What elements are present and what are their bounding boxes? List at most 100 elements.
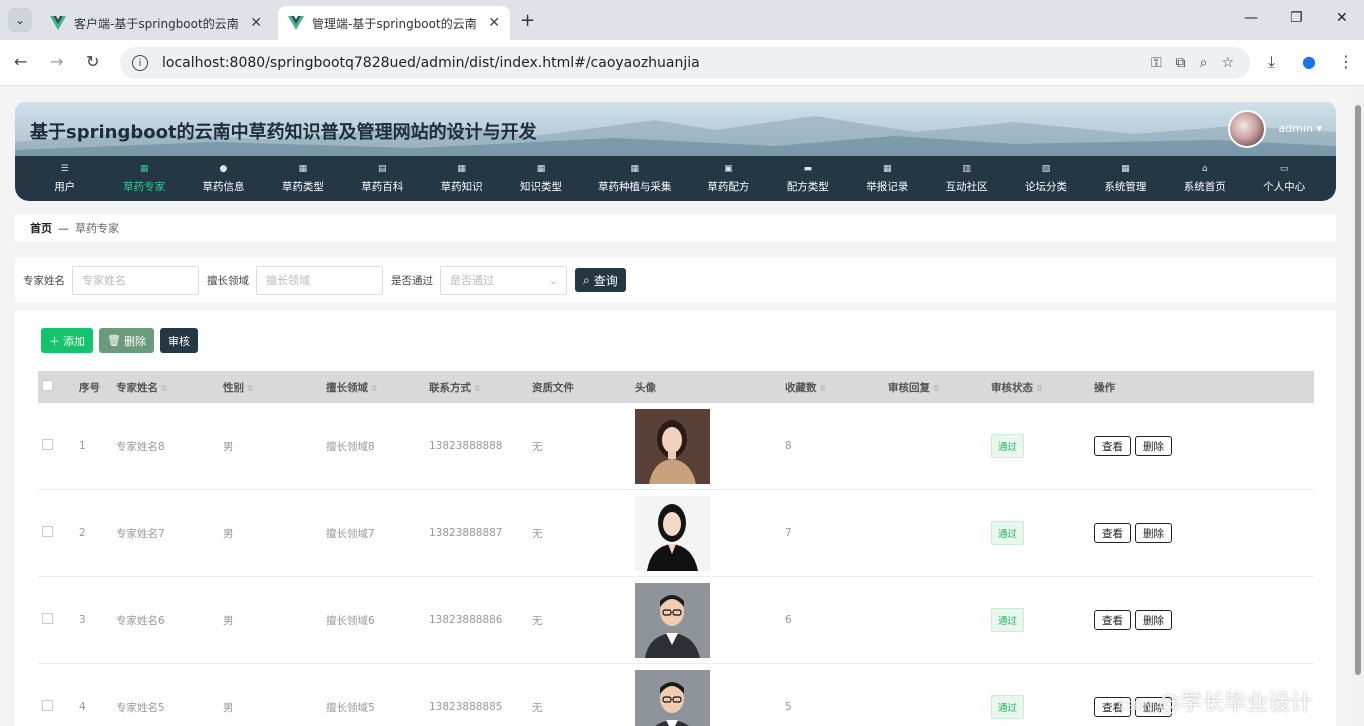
- cell-index: 1: [79, 440, 86, 452]
- menu-item-label: 举报记录: [866, 181, 909, 193]
- key-icon[interactable]: ⚿: [1151, 55, 1162, 71]
- delete-button[interactable]: 🗑 删除: [99, 328, 154, 353]
- site-title: 基于springboot的云南中草药知识普及管理网站的设计与开发: [30, 122, 537, 143]
- cell-phone: 13823888885: [429, 701, 503, 713]
- menu-item-2[interactable]: ● 草药信息: [184, 156, 263, 201]
- cell-gender: 男: [223, 701, 234, 714]
- info-icon[interactable]: i: [132, 55, 148, 71]
- view-button[interactable]: 查看: [1094, 523, 1131, 543]
- menu-item-5[interactable]: ▦ 草药知识: [422, 156, 501, 201]
- query-button[interactable]: ⌕ 查询: [575, 268, 626, 292]
- audit-button[interactable]: 审核: [159, 328, 198, 353]
- menu-item-9[interactable]: ▬ 配方类型: [768, 156, 847, 201]
- translate-icon[interactable]: ⧉: [1176, 55, 1186, 71]
- cell-name: 专家姓名5: [116, 701, 165, 714]
- restore-icon[interactable]: ❐: [1290, 10, 1303, 26]
- url-text: localhost:8080/springbootq7828ued/admin/…: [162, 55, 700, 71]
- user-icon: ●: [219, 164, 228, 174]
- col-status[interactable]: 审核状态 ⇅: [991, 380, 1094, 395]
- menu-item-0[interactable]: ☰ 用户: [25, 156, 104, 201]
- pass-select[interactable]: 是否通过 ⌄: [440, 265, 567, 295]
- menu-item-8[interactable]: ▣ 草药配方: [689, 156, 768, 201]
- cell-fav: 7: [785, 527, 792, 539]
- menu-item-12[interactable]: ▧ 论坛分类: [1006, 156, 1085, 201]
- cell-gender: 男: [223, 440, 234, 453]
- row-checkbox[interactable]: [42, 439, 53, 450]
- table-row[interactable]: 3 专家姓名6 男 擅长领域6 13823888886 无 6 通过 查看 删除: [38, 577, 1314, 664]
- page-viewport: 基于springboot的云南中草药知识普及管理网站的设计与开发 admin ▾…: [0, 87, 1364, 726]
- menu-item-11[interactable]: ▥ 互动社区: [927, 156, 1006, 201]
- row-delete-button[interactable]: 删除: [1135, 523, 1172, 543]
- menu-item-3[interactable]: ▦ 草药类型: [263, 156, 342, 201]
- search-bar: 专家姓名 专家姓名 擅长领域 擅长领域 是否通过 是否通过 ⌄ ⌕ 查询: [15, 258, 1336, 302]
- close-window-icon[interactable]: ✕: [1336, 10, 1348, 26]
- bag-icon: ▣: [724, 164, 733, 174]
- back-icon[interactable]: ←: [14, 52, 27, 71]
- close-icon[interactable]: ✕: [488, 15, 500, 31]
- menu-item-6[interactable]: ▦ 知识类型: [501, 156, 580, 201]
- chevron-down-icon: ⌄: [548, 273, 558, 287]
- download-icon[interactable]: ⤓: [1268, 52, 1275, 72]
- grid-icon: ▦: [1121, 164, 1130, 174]
- browser-tab-client[interactable]: 客户端-基于springboot的云南 ✕: [40, 6, 272, 40]
- area-input[interactable]: 擅长领域: [256, 265, 383, 295]
- menu-item-label: 知识类型: [520, 181, 563, 193]
- table-row[interactable]: 1 专家姓名8 男 擅长领域8 13823888888 无 8 通过 查看 删除: [38, 403, 1314, 490]
- menu-item-1[interactable]: ▦ 草药专家: [104, 156, 183, 201]
- vue-logo-icon: [50, 16, 66, 30]
- pass-select-value: 是否通过: [450, 274, 494, 287]
- minimize-icon[interactable]: —: [1244, 10, 1258, 26]
- close-icon[interactable]: ✕: [250, 15, 262, 31]
- user-name[interactable]: admin ▾: [1279, 122, 1323, 135]
- select-all-checkbox[interactable]: [42, 380, 53, 391]
- cell-index: 3: [79, 614, 86, 626]
- reload-icon[interactable]: ↻: [86, 52, 99, 71]
- profile-icon[interactable]: ●: [1302, 52, 1316, 71]
- browser-tab-bar: ⌄ 客户端-基于springboot的云南 ✕ 管理端-基于springboot…: [0, 0, 1364, 40]
- row-delete-button[interactable]: 删除: [1135, 436, 1172, 456]
- scrollbar-thumb[interactable]: [1355, 105, 1361, 675]
- view-button[interactable]: 查看: [1094, 436, 1131, 456]
- add-button[interactable]: ＋添加: [41, 328, 93, 353]
- menu-item-label: 论坛分类: [1024, 181, 1067, 193]
- row-checkbox[interactable]: [42, 613, 53, 624]
- table-row[interactable]: 2 专家姓名7 男 擅长领域7 13823888887 无 7 通过 查看 删除: [38, 490, 1314, 577]
- name-input[interactable]: 专家姓名: [72, 265, 199, 295]
- menu-item-13[interactable]: ▦ 系统管理: [1086, 156, 1165, 201]
- breadcrumb-separator: —: [58, 221, 69, 235]
- star-icon[interactable]: ☆: [1221, 55, 1234, 71]
- cell-file: 无: [532, 701, 543, 714]
- menu-item-4[interactable]: ▤ 草药百科: [343, 156, 422, 201]
- menu-item-14[interactable]: ⌂ 系统首页: [1165, 156, 1244, 201]
- url-field[interactable]: i localhost:8080/springbootq7828ued/admi…: [120, 47, 1250, 79]
- avatar[interactable]: [1228, 110, 1266, 148]
- browser-tab-admin[interactable]: 管理端-基于springboot的云南 ✕: [278, 6, 510, 40]
- menu-item-7[interactable]: ▦ 草药种植与采集: [581, 156, 689, 201]
- grid-icon: ▦: [536, 164, 546, 174]
- cell-file: 无: [532, 527, 543, 540]
- cell-fav: 5: [785, 701, 792, 713]
- more-icon[interactable]: ⋮: [1338, 52, 1354, 71]
- forward-icon[interactable]: →: [50, 52, 63, 71]
- new-tab-icon[interactable]: +: [520, 10, 535, 31]
- menu-item-label: 系统管理: [1104, 181, 1147, 193]
- breadcrumb-home[interactable]: 首页: [30, 220, 52, 236]
- col-gender[interactable]: 性别 ⇅: [223, 380, 326, 395]
- col-area[interactable]: 擅长领域 ⇅: [326, 380, 429, 395]
- zoom-icon[interactable]: ⌕: [1200, 55, 1208, 71]
- cell-index: 2: [79, 527, 86, 539]
- expert-photo: [635, 495, 710, 571]
- menu-item-15[interactable]: ▭ 个人中心: [1244, 156, 1323, 201]
- grid-icon: ▦: [139, 164, 149, 174]
- row-delete-button[interactable]: 删除: [1135, 610, 1172, 630]
- row-checkbox[interactable]: [42, 700, 53, 711]
- row-checkbox[interactable]: [42, 526, 53, 537]
- tab-search-icon[interactable]: ⌄: [8, 8, 32, 32]
- col-phone[interactable]: 联系方式 ⇅: [429, 380, 532, 395]
- menu-item-10[interactable]: ▦ 举报记录: [848, 156, 927, 201]
- view-button[interactable]: 查看: [1094, 610, 1131, 630]
- page-scrollbar[interactable]: [1352, 87, 1364, 726]
- col-fav[interactable]: 收藏数 ⇅: [785, 380, 888, 395]
- col-reply[interactable]: 审核回复 ⇅: [888, 380, 991, 395]
- col-name[interactable]: 专家姓名 ⇅: [116, 380, 223, 395]
